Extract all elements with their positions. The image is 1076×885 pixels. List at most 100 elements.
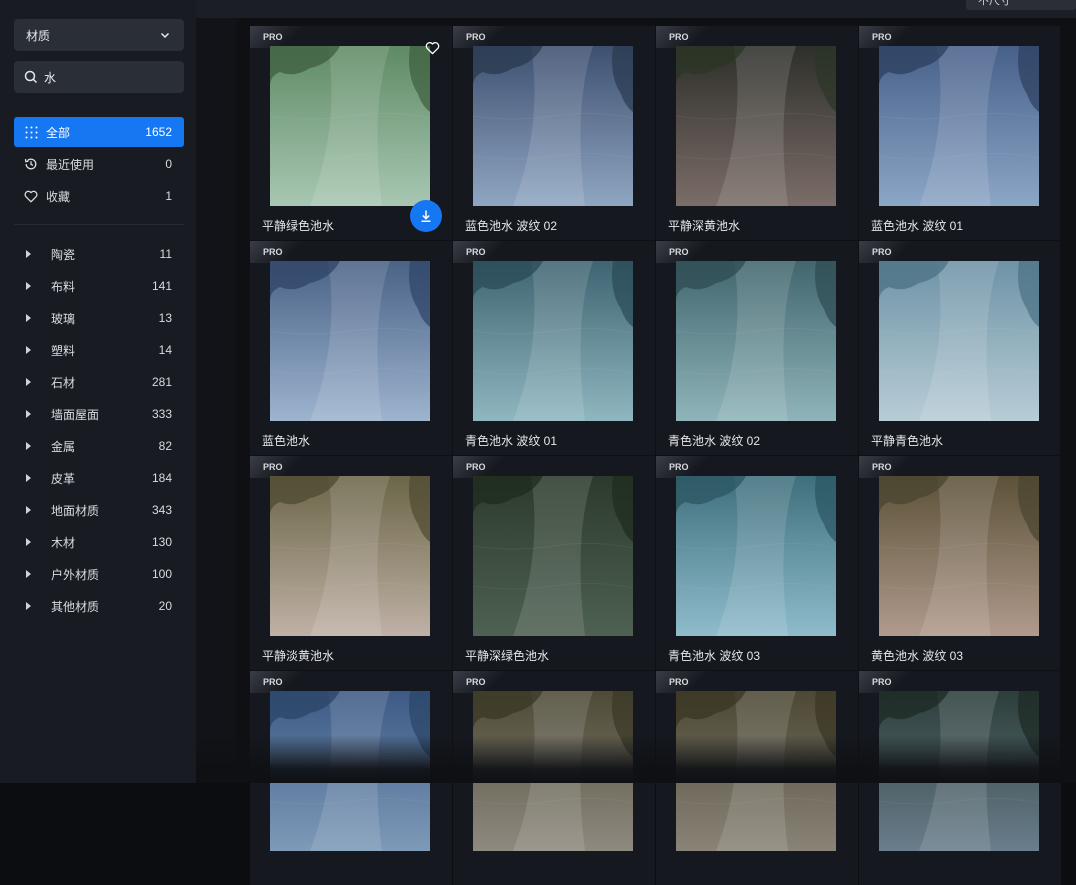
category-label: 金属: [51, 439, 76, 454]
category-item[interactable]: 皮革 184: [14, 463, 184, 493]
expand-arrow-icon[interactable]: [26, 602, 37, 610]
material-thumbnail[interactable]: [676, 46, 836, 206]
category-count: 130: [151, 535, 172, 549]
nav-item-label: 最近使用: [46, 157, 95, 172]
material-thumbnail[interactable]: [473, 476, 633, 636]
category-item[interactable]: 墙面屋面 333: [14, 399, 184, 429]
material-name: 蓝色池水 波纹 01: [871, 219, 964, 233]
pro-badge: PRO: [453, 26, 509, 48]
material-card[interactable]: PRO 平静青色池水: [859, 241, 1061, 455]
material-thumbnail[interactable]: [879, 261, 1039, 421]
pro-badge: PRO: [453, 671, 509, 693]
category-count: 100: [151, 567, 172, 581]
category-count: 141: [151, 279, 172, 293]
material-thumbnail[interactable]: [270, 476, 430, 636]
grid-gutter: [196, 18, 236, 783]
search-input[interactable]: [44, 70, 199, 84]
expand-arrow-icon[interactable]: [26, 506, 37, 514]
expand-arrow-icon[interactable]: [26, 314, 37, 322]
search-box: [14, 61, 209, 93]
material-card[interactable]: PRO 平静淡黄池水: [250, 456, 452, 670]
nav-item-all[interactable]: 全部 1652: [14, 117, 184, 147]
material-thumbnail[interactable]: [473, 261, 633, 421]
material-card[interactable]: PRO 平静深黄池水: [656, 26, 858, 240]
material-thumbnail[interactable]: [676, 476, 836, 636]
nav-item-favorites[interactable]: 收藏 1: [14, 181, 184, 211]
material-card[interactable]: PRO 蓝色池水: [250, 241, 452, 455]
category-label: 玻璃: [51, 311, 76, 326]
scrollbar-track[interactable]: [1060, 18, 1076, 783]
material-thumbnail[interactable]: [879, 476, 1039, 636]
pro-badge: PRO: [859, 456, 915, 478]
expand-arrow-icon[interactable]: [26, 378, 37, 386]
material-card[interactable]: PRO 蓝色池水 波纹 01: [859, 26, 1061, 240]
category-label: 布料: [51, 279, 76, 294]
history-icon: [24, 157, 38, 171]
material-card[interactable]: PRO 青色池水 波纹 02: [656, 241, 858, 455]
category-label: 塑料: [51, 343, 76, 358]
material-name: 平静淡黄池水: [262, 649, 335, 663]
grid-dots-icon: [24, 125, 38, 139]
material-thumbnail[interactable]: [879, 46, 1039, 206]
material-card[interactable]: PRO 平静绿色池水: [250, 26, 452, 240]
nav-item-count: 1: [165, 189, 172, 203]
material-name: 蓝色池水 波纹 02: [465, 219, 558, 233]
category-item[interactable]: 户外材质 100: [14, 559, 184, 589]
expand-arrow-icon[interactable]: [26, 442, 37, 450]
category-item[interactable]: 金属 82: [14, 431, 184, 461]
category-item[interactable]: 其他材质 20: [14, 591, 184, 621]
material-name: 平静深黄池水: [668, 219, 741, 233]
category-item[interactable]: 布料 141: [14, 271, 184, 301]
pro-badge: PRO: [859, 26, 915, 48]
pro-badge: PRO: [453, 241, 509, 263]
nav-item-recent[interactable]: 最近使用 0: [14, 149, 184, 179]
material-thumbnail[interactable]: [270, 46, 430, 206]
bottom-fade: [196, 735, 1076, 783]
category-item[interactable]: 玻璃 13: [14, 303, 184, 333]
pro-badge: PRO: [859, 241, 915, 263]
material-thumbnail[interactable]: [473, 46, 633, 206]
material-card[interactable]: PRO 平静深绿色池水: [453, 456, 655, 670]
category-label: 地面材质: [51, 503, 100, 518]
material-thumbnail[interactable]: [676, 261, 836, 421]
expand-arrow-icon[interactable]: [26, 410, 37, 418]
favorite-heart-icon[interactable]: [424, 40, 440, 56]
download-button[interactable]: [410, 200, 442, 232]
search-icon: [24, 69, 38, 85]
expand-arrow-icon[interactable]: [26, 250, 37, 258]
sort-dropdown[interactable]: 不尺寸: [966, 0, 1076, 10]
expand-arrow-icon[interactable]: [26, 346, 37, 354]
category-item[interactable]: 塑料 14: [14, 335, 184, 365]
material-card[interactable]: PRO 黄色池水 波纹 03: [859, 456, 1061, 670]
category-label: 陶瓷: [51, 247, 76, 262]
nav-item-count: 0: [165, 157, 172, 171]
category-item[interactable]: 石材 281: [14, 367, 184, 397]
chevron-down-icon: [158, 28, 172, 42]
category-item[interactable]: 木材 130: [14, 527, 184, 557]
category-count: 184: [151, 471, 172, 485]
category-count: 82: [158, 439, 172, 453]
material-card[interactable]: PRO 青色池水 波纹 01: [453, 241, 655, 455]
material-thumbnail[interactable]: [270, 261, 430, 421]
material-card[interactable]: PRO 蓝色池水 波纹 02: [453, 26, 655, 240]
expand-arrow-icon[interactable]: [26, 474, 37, 482]
pro-badge: PRO: [250, 671, 306, 693]
material-type-label: 材质: [26, 28, 51, 43]
pro-badge: PRO: [250, 241, 306, 263]
expand-arrow-icon[interactable]: [26, 570, 37, 578]
category-count: 11: [159, 247, 172, 261]
material-card[interactable]: PRO 青色池水 波纹 03: [656, 456, 858, 670]
pro-badge: PRO: [250, 26, 306, 48]
expand-arrow-icon[interactable]: [26, 538, 37, 546]
material-type-select[interactable]: 材质: [14, 19, 184, 51]
expand-arrow-icon[interactable]: [26, 282, 37, 290]
category-count: 333: [151, 407, 172, 421]
category-item[interactable]: 地面材质 343: [14, 495, 184, 525]
category-label: 木材: [51, 535, 76, 550]
nav-item-count: 1652: [145, 125, 172, 139]
pro-badge: PRO: [250, 456, 306, 478]
category-item[interactable]: 陶瓷 11: [14, 239, 184, 269]
pro-badge: PRO: [656, 456, 712, 478]
category-count: 20: [158, 599, 172, 613]
material-name: 平静青色池水: [871, 434, 944, 448]
